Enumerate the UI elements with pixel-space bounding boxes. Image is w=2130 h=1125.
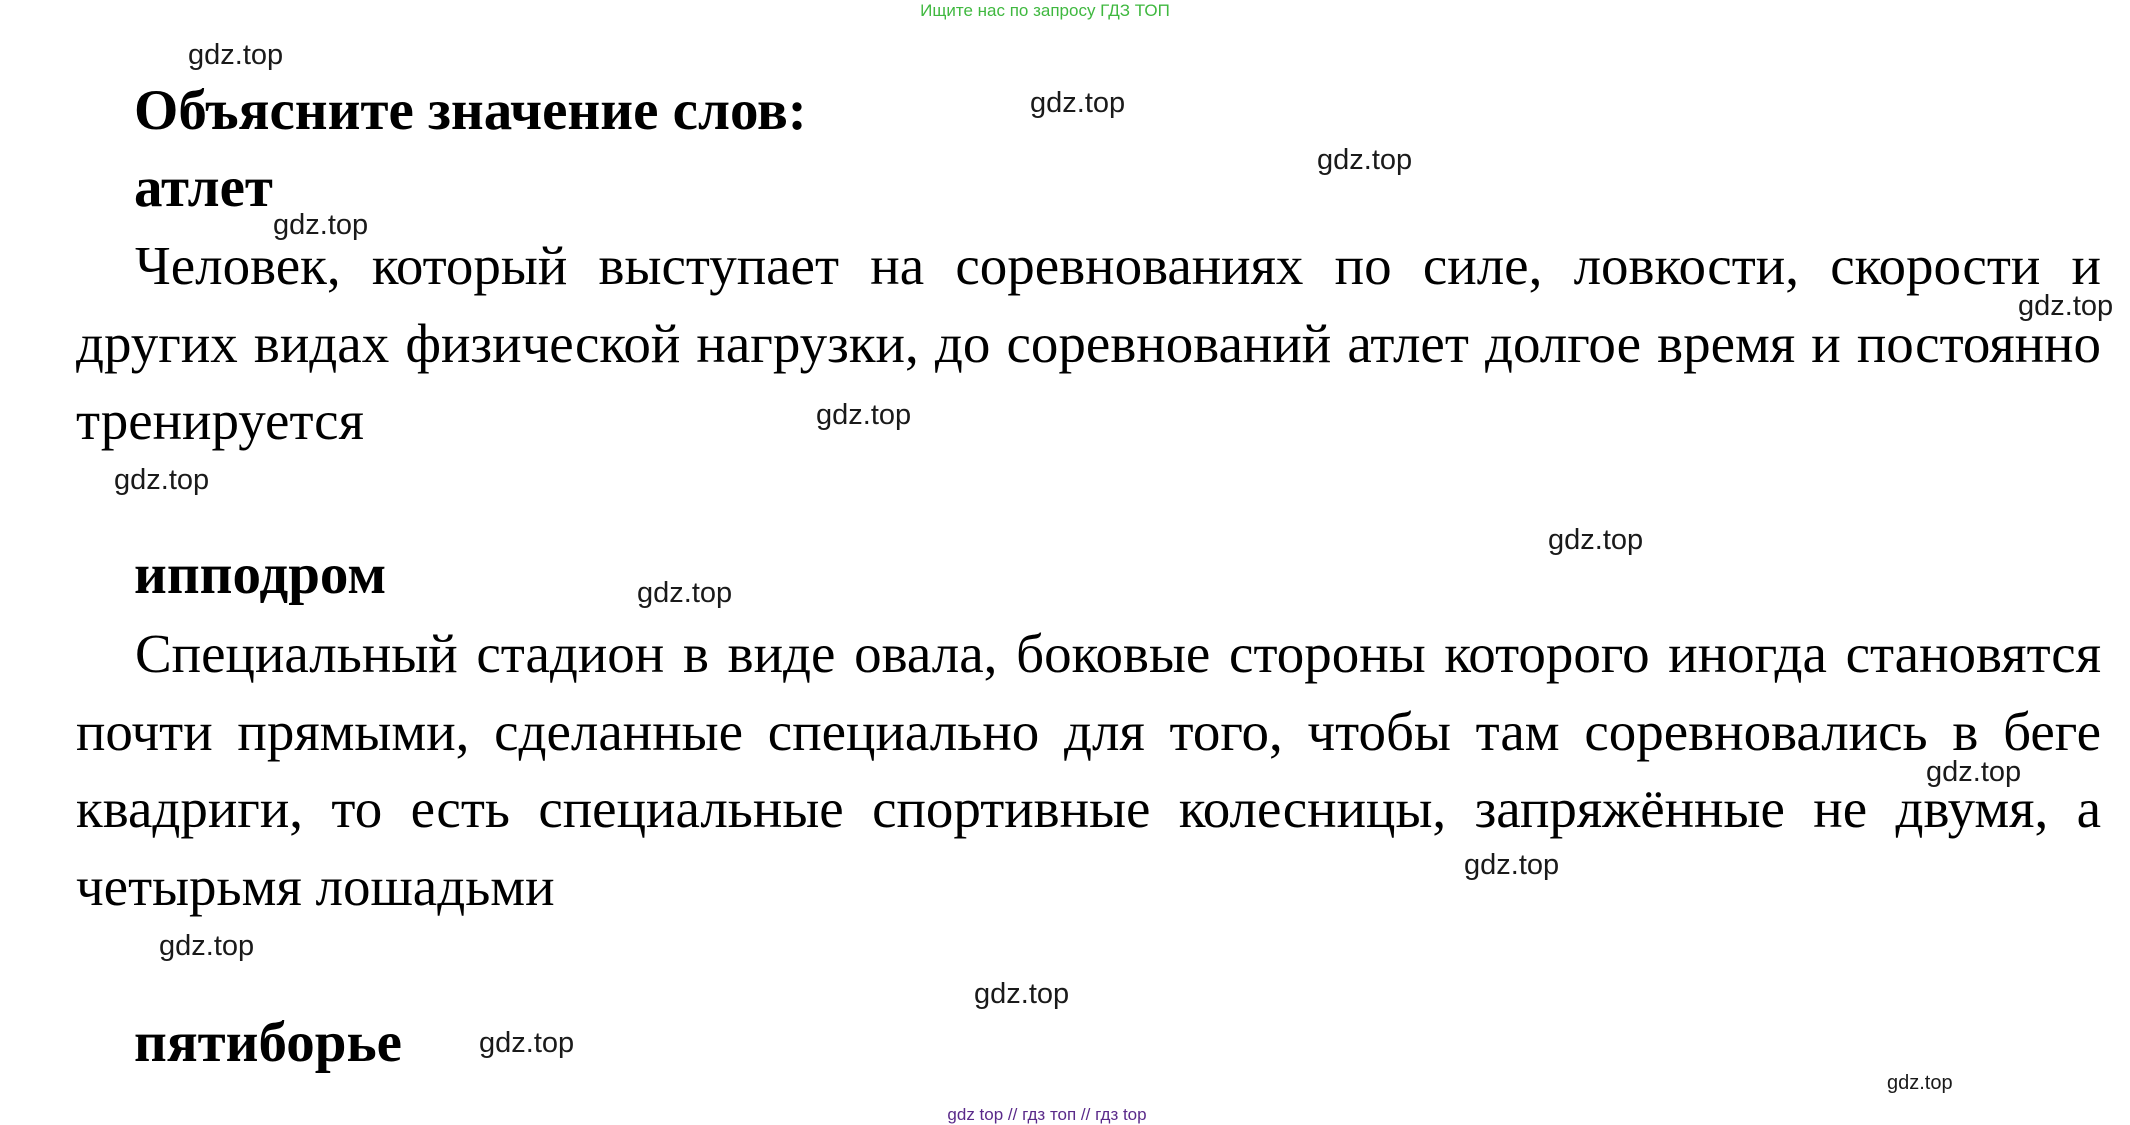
watermark-text: gdz.top: [188, 39, 284, 71]
watermark-text: gdz.top: [1887, 1072, 1953, 1094]
watermark-text: gdz.top: [2018, 290, 2114, 322]
term-definition-athlete: Человек, который выступает на соревнован…: [76, 235, 2101, 451]
watermark-text: gdz.top: [114, 464, 210, 496]
term-word-hippodrome: ипподром: [134, 543, 387, 606]
watermark-text: gdz.top: [1464, 849, 1560, 881]
watermark-text: gdz.top: [1317, 144, 1413, 176]
watermark-text: gdz.top: [273, 209, 369, 241]
watermark-text: gdz.top: [816, 399, 912, 431]
term-word-pentathlon: пятиборье: [134, 1011, 402, 1074]
watermark-text: gdz.top: [479, 1027, 575, 1059]
watermark-text: gdz.top: [159, 930, 255, 962]
watermark-text: gdz.top: [1548, 524, 1644, 556]
watermark-text: gdz.top: [1926, 756, 2022, 788]
page-title: Объясните значение слов:: [134, 79, 807, 142]
watermark-text: gdz.top: [974, 978, 1070, 1010]
top-banner: Ищите нас по запросу ГДЗ ТОП: [920, 1, 1170, 20]
watermark-text: gdz.top: [1030, 87, 1126, 119]
watermark-text: gdz.top: [637, 577, 733, 609]
term-word-athlete: атлет: [134, 156, 273, 219]
term-definition-hippodrome: Специальный стадион в виде овала, боковы…: [76, 623, 2101, 917]
footer-text: gdz top // гдз топ // гдз top: [947, 1105, 1147, 1124]
